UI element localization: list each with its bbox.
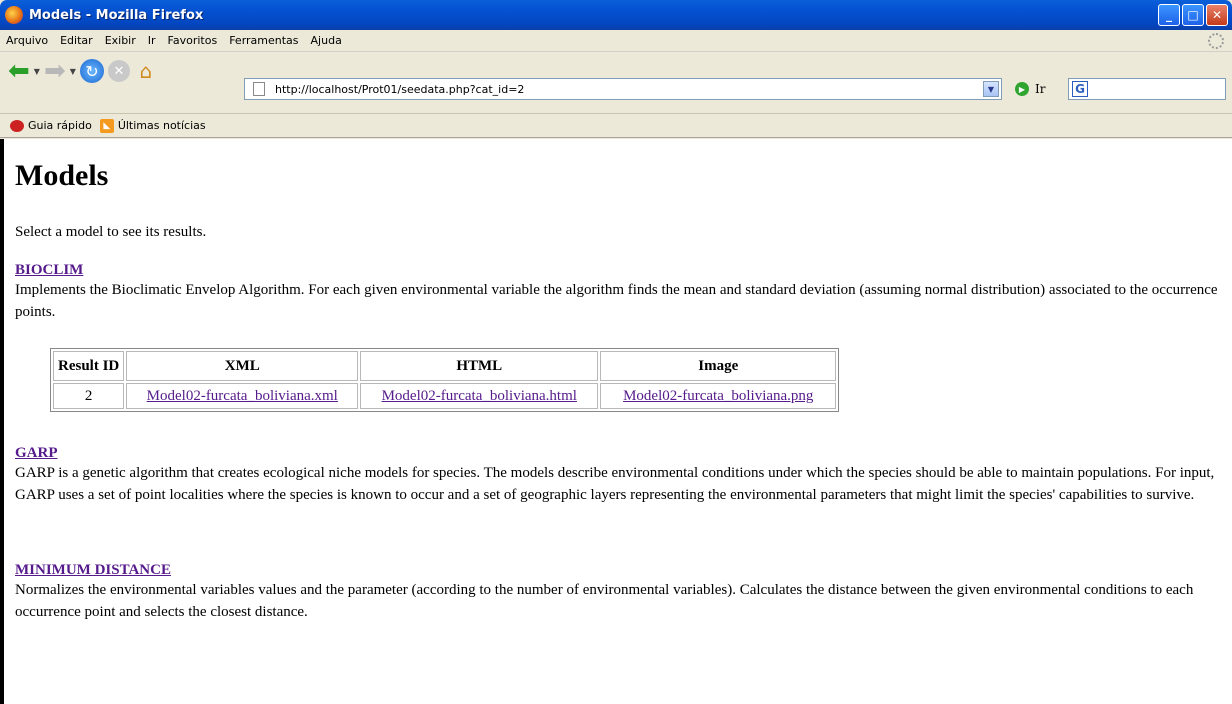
url-dropdown-icon[interactable]: ▼ (983, 81, 999, 97)
throbber-icon (1208, 33, 1224, 49)
go-arrow-icon: ▶ (1015, 82, 1029, 96)
window-title: Models - Mozilla Firefox (29, 7, 204, 23)
model-link-garp[interactable]: GARP (15, 445, 1220, 462)
minimize-button[interactable]: _ (1158, 4, 1180, 26)
column-header: HTML (360, 351, 599, 381)
menu-ir[interactable]: Ir (142, 34, 162, 47)
bookmark-ultimas-noticias[interactable]: ◣ Últimas notícias (99, 118, 206, 133)
home-icon[interactable]: ⌂ (134, 59, 158, 83)
model-description: GARP is a genetic algorithm that creates… (15, 465, 1215, 503)
firefox-icon (5, 6, 23, 24)
image-cell: Model02-furcata_boliviana.png (600, 383, 837, 409)
google-search-icon[interactable]: G (1072, 81, 1088, 97)
model-garp: GARP GARP is a genetic algorithm that cr… (15, 445, 1220, 506)
html-cell: Model02-furcata_boliviana.html (360, 383, 599, 409)
column-header: Result ID (53, 351, 125, 381)
page-title: Models (15, 159, 109, 192)
navigation-toolbar: ⬅ ▼ ➡ ▼ ↻ ✕ ⌂ http://localhost/Prot01/se… (0, 52, 1232, 114)
search-input[interactable]: G (1068, 78, 1226, 100)
go-label: Ir (1035, 82, 1046, 96)
bookmarks-bar: Guia rápido ◣ Últimas notícias (0, 114, 1232, 138)
result-id-cell: 2 (53, 383, 125, 409)
go-button[interactable]: ▶ Ir (1015, 82, 1045, 96)
model-description: Normalizes the environmental variables v… (15, 582, 1194, 620)
forward-arrow-icon[interactable]: ➡ (44, 58, 66, 84)
column-header: Image (600, 351, 837, 381)
menu-bar: Arquivo Editar Exibir Ir Favoritos Ferra… (0, 30, 1232, 52)
bookmark-icon (10, 119, 24, 132)
menu-editar[interactable]: Editar (54, 34, 99, 47)
model-link-bioclim[interactable]: BIOCLIM (15, 262, 1220, 279)
menu-arquivo[interactable]: Arquivo (0, 34, 54, 47)
address-bar[interactable]: http://localhost/Prot01/seedata.php?cat_… (244, 78, 1002, 100)
menu-favoritos[interactable]: Favoritos (162, 34, 224, 47)
model-bioclim: BIOCLIM Implements the Bioclimatic Envel… (15, 262, 1220, 323)
results-table: Result ID XML HTML Image 2 Model02-furca… (50, 348, 840, 412)
reload-icon[interactable]: ↻ (79, 59, 104, 83)
rss-icon: ◣ (99, 118, 114, 133)
image-link[interactable]: Model02-furcata_boliviana.png (623, 388, 813, 404)
column-header: XML (126, 351, 359, 381)
model-description: Implements the Bioclimatic Envelop Algor… (15, 282, 1218, 320)
window-title-bar[interactable]: Models - Mozilla Firefox _ □ ✕ (0, 0, 1232, 30)
page-content: Models Select a model to see its results… (0, 139, 1232, 704)
close-button[interactable]: ✕ (1206, 4, 1228, 26)
maximize-button[interactable]: □ (1182, 4, 1204, 26)
xml-link[interactable]: Model02-furcata_boliviana.xml (147, 388, 338, 404)
page-icon (253, 82, 265, 96)
bookmark-label: Últimas notícias (117, 119, 206, 132)
back-arrow-icon[interactable]: ⬅ (8, 58, 30, 84)
bookmark-label: Guia rápido (28, 119, 92, 132)
xml-cell: Model02-furcata_boliviana.xml (126, 383, 359, 409)
menu-ajuda[interactable]: Ajuda (305, 34, 348, 47)
table-row: 2 Model02-furcata_boliviana.xml Model02-… (53, 383, 837, 409)
menu-exibir[interactable]: Exibir (99, 34, 142, 47)
stop-icon[interactable]: ✕ (107, 60, 130, 82)
model-link-minimum-distance[interactable]: MINIMUM DISTANCE (15, 562, 1220, 579)
bookmark-guia-rapido[interactable]: Guia rápido (10, 119, 92, 132)
forward-dropdown-icon[interactable]: ▼ (70, 67, 76, 76)
model-minimum-distance: MINIMUM DISTANCE Normalizes the environm… (15, 562, 1220, 623)
url-text[interactable]: http://localhost/Prot01/seedata.php?cat_… (275, 83, 524, 96)
intro-text: Select a model to see its results. (15, 224, 207, 240)
back-dropdown-icon[interactable]: ▼ (34, 67, 40, 76)
html-link[interactable]: Model02-furcata_boliviana.html (382, 388, 577, 404)
menu-ferramentas[interactable]: Ferramentas (223, 34, 304, 47)
